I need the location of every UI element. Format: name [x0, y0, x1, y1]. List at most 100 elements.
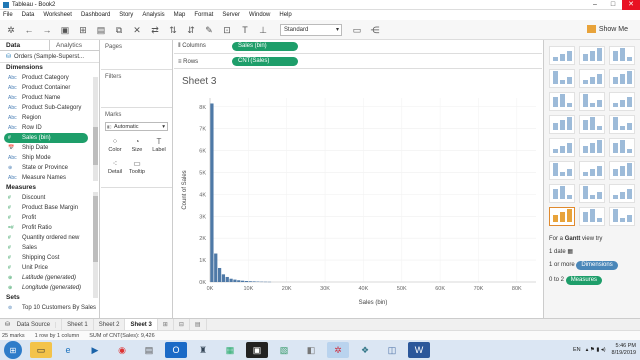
fit-select[interactable]: Standard: [280, 23, 342, 36]
menu-worksheet[interactable]: Worksheet: [43, 12, 72, 18]
chart-type-circle-views-icon[interactable]: [579, 115, 605, 134]
set-field[interactable]: ⊚ Top 10 Customers By Sales: [0, 303, 99, 313]
duplicate-sheet-icon[interactable]: ⧉: [112, 23, 126, 37]
tab-sheet-3[interactable]: Sheet 3: [125, 318, 158, 331]
chart-type-box-whisker-icon[interactable]: [609, 184, 635, 203]
dimensions-scroll-thumb[interactable]: [93, 127, 98, 165]
file-explorer-icon[interactable]: ▭: [30, 342, 52, 358]
measures-scrollbar[interactable]: [93, 192, 98, 298]
tab-sheet-1[interactable]: Sheet 1: [62, 318, 94, 331]
chart-type-scatter-plot-icon[interactable]: [549, 184, 575, 203]
dimension-field[interactable]: # Sales (bin): [4, 133, 88, 143]
measure-field[interactable]: # Quantity ordered new: [0, 233, 99, 243]
tool-icon[interactable]: ◧: [300, 342, 322, 358]
chart-type-dual-lines-icon[interactable]: [609, 138, 635, 157]
size-button[interactable]: ◔ Size: [127, 135, 147, 155]
swap-rows-columns-icon[interactable]: ⇄: [148, 23, 162, 37]
dimensions-scrollbar[interactable]: [93, 77, 98, 181]
tab-sheet-2[interactable]: Sheet 2: [94, 318, 126, 331]
measure-field[interactable]: ⊕ Longitude (generated): [0, 283, 99, 293]
presentation-icon[interactable]: ▭: [350, 23, 364, 37]
new-dashboard-tab-icon[interactable]: ⊟: [174, 318, 190, 331]
menu-dashboard[interactable]: Dashboard: [81, 12, 110, 18]
internet-explorer-icon[interactable]: e: [57, 342, 79, 358]
new-worksheet-tab-icon[interactable]: ⊞: [158, 318, 174, 331]
back-icon[interactable]: ←: [22, 23, 36, 37]
rows-pill-cnt-sales[interactable]: CNT(Sales): [232, 57, 298, 66]
share-icon[interactable]: ⋲: [368, 23, 382, 37]
chart-type-symbol-map-icon[interactable]: [549, 69, 575, 88]
measure-field[interactable]: ⊕ Latitude (generated): [0, 273, 99, 283]
start-button-icon[interactable]: ⊞: [4, 341, 22, 359]
close-icon[interactable]: ✕: [622, 0, 640, 10]
datasource-item[interactable]: ⛁ Orders (Sample-Superst...: [0, 51, 99, 63]
chrome-icon[interactable]: ◉: [111, 342, 133, 358]
chart-type-area-discrete-icon[interactable]: [579, 161, 605, 180]
columns-shelf[interactable]: ⫴ Columns Sales (bin): [174, 40, 542, 54]
menu-help[interactable]: Help: [279, 12, 291, 18]
terminal-icon[interactable]: ▣: [246, 342, 268, 358]
new-story-tab-icon[interactable]: ▤: [190, 318, 207, 331]
sort-ascending-icon[interactable]: ⇅: [166, 23, 180, 37]
labels-icon[interactable]: T: [238, 23, 252, 37]
chart-type-filled-map-icon[interactable]: [579, 69, 605, 88]
app-icon[interactable]: ▦: [219, 342, 241, 358]
forward-icon[interactable]: →: [40, 23, 54, 37]
menu-map[interactable]: Map: [174, 12, 186, 18]
fix-axes-icon[interactable]: ⊥: [256, 23, 270, 37]
tab-data-source[interactable]: ⛁ Data Source: [0, 318, 63, 331]
menu-story[interactable]: Story: [119, 12, 133, 18]
chart-type-side-by-side-circles-icon[interactable]: [609, 115, 635, 134]
measures-scroll-thumb[interactable]: [93, 196, 98, 262]
dimension-field[interactable]: Abc Product Container: [0, 83, 99, 93]
filters-card[interactable]: Filters: [101, 70, 172, 108]
measure-field[interactable]: # Shipping Cost: [0, 253, 99, 263]
menu-analysis[interactable]: Analysis: [142, 12, 164, 18]
measure-field[interactable]: # Discount: [0, 193, 99, 203]
menu-server[interactable]: Server: [222, 12, 240, 18]
chart-type-bullet-graph-icon[interactable]: [579, 207, 605, 226]
group-icon[interactable]: ⊡: [220, 23, 234, 37]
measure-field[interactable]: =# Profit Ratio: [0, 223, 99, 233]
tab-analytics[interactable]: Analytics: [50, 40, 99, 50]
measure-field[interactable]: # Product Base Margin: [0, 203, 99, 213]
chart-type-heat-map-icon[interactable]: [579, 46, 605, 65]
measure-field[interactable]: # Profit: [0, 213, 99, 223]
network-app-icon[interactable]: ❖: [354, 342, 376, 358]
pages-card[interactable]: Pages: [101, 40, 172, 70]
chart-type-area-continuous-icon[interactable]: [549, 161, 575, 180]
maximize-icon[interactable]: □: [604, 0, 622, 10]
chart-type-side-by-side-bars-icon[interactable]: [609, 92, 635, 111]
postgres-icon[interactable]: ♜: [192, 342, 214, 358]
media-player-icon[interactable]: ▶: [84, 342, 106, 358]
tableau-logo-icon[interactable]: ✲: [4, 23, 18, 37]
tab-data[interactable]: Data: [0, 40, 50, 50]
menu-data[interactable]: Data: [22, 12, 35, 18]
chart-type-lines-continuous-icon[interactable]: [549, 138, 575, 157]
tableau-taskbar-icon[interactable]: ✲: [327, 342, 349, 358]
dimension-field[interactable]: 📅 Ship Date: [0, 143, 99, 153]
outlook-icon[interactable]: O: [165, 342, 187, 358]
menu-window[interactable]: Window: [249, 12, 270, 18]
label-button[interactable]: T Label: [149, 135, 169, 155]
histogram-chart[interactable]: 0K 1K 2K 3K 4K 5K 6K 7K 8K 0K 10K 20K 30K 40K 50K 60K 70…: [174, 92, 542, 318]
columns-pill-sales-bin[interactable]: Sales (bin): [232, 42, 298, 51]
chart-type-dual-combination-icon[interactable]: [609, 161, 635, 180]
chart-type-packed-bubbles-icon[interactable]: [609, 207, 635, 226]
save-icon[interactable]: ▣: [58, 23, 72, 37]
language-indicator[interactable]: EN: [573, 347, 581, 353]
tooltip-button[interactable]: ▭ Tooltip: [127, 157, 147, 177]
chart-type-gantt-chart-icon[interactable]: [549, 207, 575, 226]
new-datasource-icon[interactable]: ⊞: [76, 23, 90, 37]
word-icon[interactable]: W: [408, 342, 430, 358]
sort-descending-icon[interactable]: ⇵: [184, 23, 198, 37]
chart-type-treemap-icon[interactable]: [549, 115, 575, 134]
dimension-field[interactable]: Abc Region: [0, 113, 99, 123]
menu-format[interactable]: Format: [194, 12, 213, 18]
chart-type-horizontal-bars-icon[interactable]: [549, 92, 575, 111]
measure-field[interactable]: # Unit Price: [0, 263, 99, 273]
dimension-field[interactable]: Abc Ship Mode: [0, 153, 99, 163]
chart-type-stacked-bars-icon[interactable]: [579, 92, 605, 111]
dimension-field[interactable]: Abc Row ID: [0, 123, 99, 133]
database-app-icon[interactable]: ▧: [273, 342, 295, 358]
